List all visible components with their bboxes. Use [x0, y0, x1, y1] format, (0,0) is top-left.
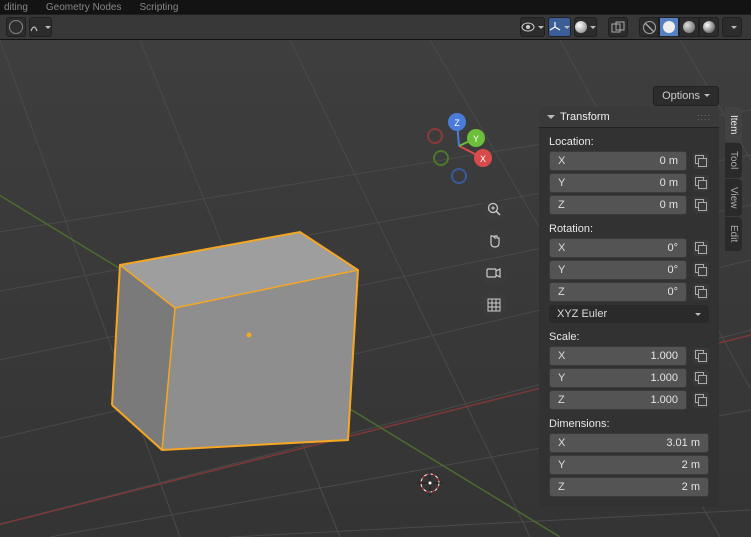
svg-text:Y: Y: [473, 134, 479, 144]
xray-toggle[interactable]: [608, 17, 628, 37]
lock-icon[interactable]: [693, 348, 709, 364]
shading-dropdown[interactable]: [722, 17, 742, 37]
dim-y[interactable]: Y2 m: [549, 455, 709, 475]
location-y[interactable]: Y0 m: [549, 173, 687, 193]
shading-wireframe[interactable]: [639, 17, 659, 37]
lock-icon[interactable]: [693, 240, 709, 256]
rotation-z[interactable]: Z0°: [549, 282, 687, 302]
rotation-y[interactable]: Y0°: [549, 260, 687, 280]
tab-edit[interactable]: Edit: [725, 217, 742, 250]
tab-scripting[interactable]: Scripting: [140, 2, 179, 13]
shading-solid[interactable]: [659, 17, 679, 37]
dim-z[interactable]: Z2 m: [549, 477, 709, 497]
tab-view[interactable]: View: [725, 179, 742, 217]
pan-icon[interactable]: [481, 228, 507, 254]
visibility-dropdown[interactable]: [520, 17, 545, 37]
lock-icon[interactable]: [693, 175, 709, 191]
rotation-label: Rotation:: [549, 223, 719, 235]
options-dropdown[interactable]: Options: [653, 86, 719, 106]
transform-panel: Transform:::: Location: X0 m Y0 m Z0 m R…: [539, 107, 719, 507]
lock-icon[interactable]: [693, 262, 709, 278]
location-label: Location:: [549, 136, 719, 148]
location-z[interactable]: Z0 m: [549, 195, 687, 215]
gizmo-dropdown[interactable]: [548, 17, 571, 37]
shading-rendered[interactable]: [699, 17, 719, 37]
panel-header[interactable]: Transform::::: [539, 107, 719, 128]
scale-y[interactable]: Y1.000: [549, 368, 687, 388]
dimensions-label: Dimensions:: [549, 418, 719, 430]
tab-tool[interactable]: Tool: [725, 143, 742, 177]
scale-z[interactable]: Z1.000: [549, 390, 687, 410]
n-panel-tabs: Item Tool View Edit: [725, 107, 745, 252]
scale-label: Scale:: [549, 331, 719, 343]
drag-handle-icon[interactable]: ::::: [697, 112, 711, 122]
nav-gizmo[interactable]: X Y Z: [421, 108, 497, 184]
rotation-mode-select[interactable]: XYZ Euler: [549, 305, 709, 323]
perspective-icon[interactable]: [481, 292, 507, 318]
scale-x[interactable]: X1.000: [549, 346, 687, 366]
lock-icon[interactable]: [693, 392, 709, 408]
location-x[interactable]: X0 m: [549, 151, 687, 171]
rotation-x[interactable]: X0°: [549, 238, 687, 258]
svg-text:Z: Z: [454, 118, 460, 128]
interaction-mode-a[interactable]: [6, 17, 26, 37]
3d-viewport[interactable]: X Y Z Options Transform:::: Location: X0…: [0, 40, 751, 537]
lock-icon[interactable]: [693, 370, 709, 386]
tab-item[interactable]: Item: [725, 107, 742, 142]
dim-x[interactable]: X3.01 m: [549, 433, 709, 453]
viewport-header: [0, 14, 751, 40]
overlays-dropdown[interactable]: [574, 17, 597, 37]
cube-object: [112, 232, 358, 450]
camera-icon[interactable]: [481, 260, 507, 286]
tab-texture-editing[interactable]: diting: [4, 2, 28, 13]
lock-icon[interactable]: [693, 197, 709, 213]
lock-icon[interactable]: [693, 284, 709, 300]
viewport-side-tools: [481, 196, 511, 324]
workspace-tabs: diting Geometry Nodes Scripting: [0, 0, 751, 14]
tab-geometry-nodes[interactable]: Geometry Nodes: [46, 2, 122, 13]
lock-icon[interactable]: [693, 153, 709, 169]
zoom-icon[interactable]: [481, 196, 507, 222]
shading-matprev[interactable]: [679, 17, 699, 37]
svg-text:X: X: [480, 154, 486, 164]
interaction-mode-b[interactable]: [29, 17, 52, 37]
shading-mode-group: [639, 17, 719, 37]
